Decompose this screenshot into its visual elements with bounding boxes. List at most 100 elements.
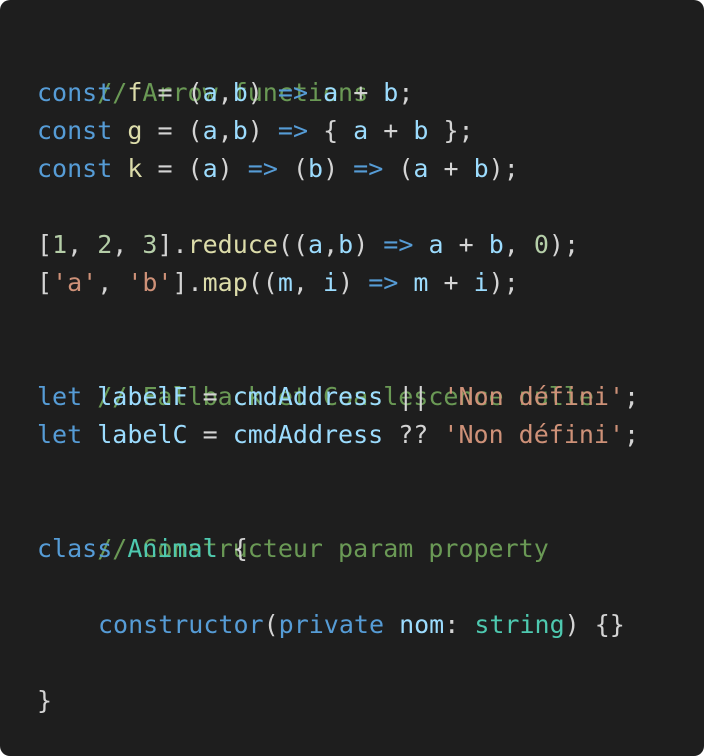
variable: i [473, 268, 489, 297]
type-name: string [474, 610, 565, 639]
punctuation: , [217, 116, 233, 145]
code-editor[interactable]: // Arrow functions const f = (a,b) => a … [0, 0, 704, 756]
identifier: labelC [97, 420, 188, 449]
punctuation: [ [37, 268, 53, 297]
punctuation: } [37, 686, 53, 715]
punctuation: : [444, 610, 475, 639]
keyword: class [37, 534, 113, 563]
identifier: f [127, 78, 143, 107]
code-line: const f = (a,b) => a + b; [37, 74, 704, 112]
punctuation: ); [548, 230, 580, 259]
keyword: let [37, 382, 83, 411]
variable: a [428, 230, 444, 259]
operator: + [443, 230, 489, 259]
operator: + [338, 78, 384, 107]
param: a [202, 116, 218, 145]
punctuation: ( [263, 610, 279, 639]
method: map [202, 268, 248, 297]
punctuation: ); [488, 154, 519, 183]
code-line: const k = (a) => (b) => (a + b); [37, 150, 704, 188]
string: 'Non défini' [443, 382, 625, 411]
param: m [277, 268, 293, 297]
code-line: // Constructeur param property [37, 492, 704, 563]
variable: cmdAddress [232, 382, 384, 411]
variable: cmdAddress [232, 420, 384, 449]
code-line: } [37, 682, 704, 720]
code-line: // Fallback et Coaslescence nulle [37, 340, 704, 411]
punctuation: , [97, 268, 128, 297]
punctuation: { [217, 534, 248, 563]
punctuation: , [323, 230, 339, 259]
string: 'a' [52, 268, 98, 297]
code-line: let labelF = cmdAddress || 'Non défini'; [37, 378, 704, 416]
code-line: ['a', 'b'].map((m, i) => m + i); [37, 264, 704, 302]
keyword: constructor [98, 610, 264, 639]
punctuation: (( [247, 268, 278, 297]
arrow-operator: => [368, 268, 399, 297]
punctuation: ; [624, 420, 640, 449]
number: 3 [142, 230, 158, 259]
punctuation: ) [353, 230, 384, 259]
punctuation: ) [323, 154, 354, 183]
punctuation: ); [488, 268, 519, 297]
operator: || [383, 382, 444, 411]
keyword: const [37, 78, 113, 107]
param: i [323, 268, 339, 297]
identifier: g [127, 116, 143, 145]
arrow-operator: => [247, 154, 278, 183]
operator: = [187, 382, 233, 411]
punctuation: = ( [142, 154, 203, 183]
operator: + [368, 116, 414, 145]
keyword: const [37, 154, 113, 183]
method: reduce [187, 230, 278, 259]
param: b [308, 154, 324, 183]
punctuation: ) [217, 154, 248, 183]
punctuation: [ [37, 230, 53, 259]
punctuation: , [67, 230, 98, 259]
punctuation: (( [277, 230, 308, 259]
code-line: // Arrow functions [37, 36, 704, 107]
variable: b [473, 154, 489, 183]
punctuation: { [308, 116, 354, 145]
string: 'Non défini' [443, 420, 625, 449]
variable: b [488, 230, 504, 259]
arrow-operator: => [277, 116, 309, 145]
variable: m [413, 268, 429, 297]
keyword: const [37, 116, 113, 145]
identifier: labelF [97, 382, 188, 411]
param: b [338, 230, 354, 259]
operator: = [187, 420, 233, 449]
punctuation: ) [247, 78, 278, 107]
punctuation: ) {} [564, 610, 625, 639]
punctuation: ) [338, 268, 369, 297]
operator: + [428, 268, 474, 297]
punctuation: ]. [157, 230, 188, 259]
punctuation: ( [277, 154, 308, 183]
param: a [202, 78, 218, 107]
code-line: constructor(private nom: string) {} [37, 606, 704, 644]
punctuation: , [112, 230, 143, 259]
param: nom [399, 610, 445, 639]
punctuation: ; [624, 382, 640, 411]
variable: a [323, 78, 339, 107]
punctuation: ; [398, 78, 414, 107]
number: 0 [533, 230, 549, 259]
arrow-operator: => [353, 154, 384, 183]
punctuation: , [503, 230, 534, 259]
variable: a [413, 154, 429, 183]
param: b [232, 78, 248, 107]
punctuation: ) [247, 116, 278, 145]
param: a [308, 230, 324, 259]
operator: + [428, 154, 474, 183]
punctuation: }; [428, 116, 474, 145]
param: a [202, 154, 218, 183]
number: 2 [97, 230, 113, 259]
punctuation: ( [383, 154, 414, 183]
punctuation: = ( [142, 78, 203, 107]
